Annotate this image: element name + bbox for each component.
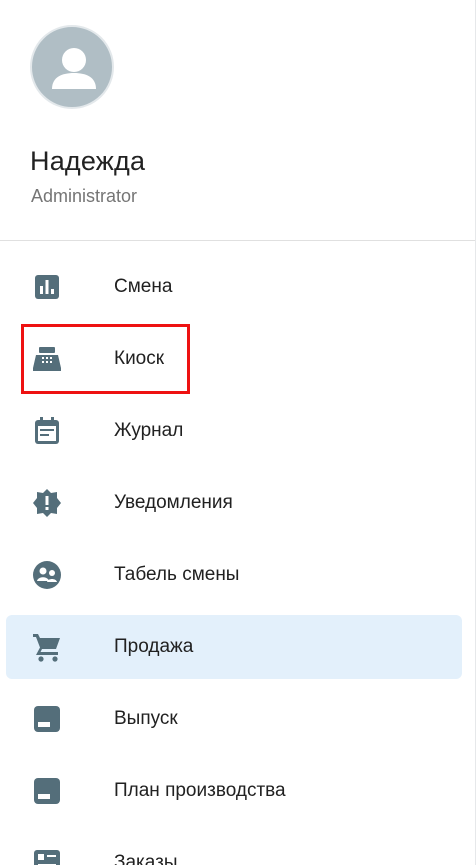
menu-item-smena[interactable]: Смена xyxy=(6,255,462,319)
menu-item-label: Журнал xyxy=(114,420,184,441)
menu-item-kiosk[interactable]: Киоск xyxy=(6,327,462,391)
menu-item-uvedomleniya[interactable]: Уведомления xyxy=(6,471,462,535)
box-icon xyxy=(32,776,62,806)
menu-item-label: Уведомления xyxy=(114,492,233,513)
menu-item-label: Смена xyxy=(114,276,173,297)
menu-item-label: Табель смены xyxy=(114,564,240,585)
box-icon xyxy=(32,704,62,734)
cash-register-icon xyxy=(32,344,62,374)
navigation-drawer: Надежда Administrator Смена Киоск Журнал… xyxy=(0,0,476,865)
calendar-list-icon xyxy=(32,416,62,446)
menu-item-zhurnal[interactable]: Журнал xyxy=(6,399,462,463)
menu-item-zakazy[interactable]: Заказы xyxy=(6,831,462,865)
staff-schedule-icon xyxy=(32,560,62,590)
menu-item-tabel-smeny[interactable]: Табель смены xyxy=(6,543,462,607)
user-role: Administrator xyxy=(31,186,138,206)
menu-item-label: Выпуск xyxy=(114,708,178,729)
menu-item-vypusk[interactable]: Выпуск xyxy=(6,687,462,751)
avatar[interactable] xyxy=(30,25,114,109)
drawer-menu: Смена Киоск Журнал Уведомления Табель см… xyxy=(0,255,475,865)
person-icon xyxy=(52,48,96,89)
menu-item-label: План производства xyxy=(114,780,286,801)
alert-badge-icon xyxy=(32,488,62,518)
menu-item-label: Заказы xyxy=(114,852,178,865)
orders-icon xyxy=(32,848,62,865)
menu-item-label: Продажа xyxy=(114,636,194,657)
menu-item-label: Киоск xyxy=(114,348,165,369)
divider xyxy=(0,240,475,241)
menu-item-prodazha[interactable]: Продажа xyxy=(6,615,462,679)
user-name: Надежда xyxy=(30,146,146,176)
menu-item-plan-proizvodstva[interactable]: План производства xyxy=(6,759,462,823)
cart-icon xyxy=(32,632,62,662)
bar-chart-icon xyxy=(32,272,62,302)
